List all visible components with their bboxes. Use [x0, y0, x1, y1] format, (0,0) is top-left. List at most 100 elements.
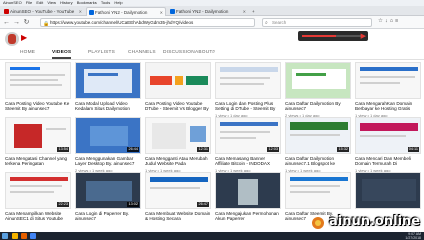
watermark-logo-icon [310, 215, 326, 231]
video-card[interactable]: 22:23 Cara Menampilkan Website AinunSEC1… [5, 172, 71, 223]
video-thumbnail[interactable] [215, 172, 281, 209]
clock-date: 1/27/2018 [405, 236, 421, 240]
video-thumbnail[interactable]: 15:32 [285, 117, 351, 154]
dailymotion-favicon-icon [170, 9, 175, 14]
video-card[interactable]: Cara Daftar Dailymotion By ainunsec7 2 v… [285, 62, 351, 118]
video-thumbnail[interactable] [5, 62, 71, 99]
youtube-play-icon: ▶ [21, 33, 28, 42]
toolbar-icons: ☆↓⌂≡ [378, 18, 400, 24]
youtube-favicon-icon [4, 9, 9, 14]
watermark-text: ainun.online [329, 214, 421, 229]
video-duration: 22:23 [57, 202, 69, 207]
video-card[interactable]: 15:32 Cara Daftar Dailymotion ainunsec7.… [285, 117, 351, 173]
video-card[interactable]: Cara Modal Upload Video Kedalam Situs Da… [75, 62, 141, 113]
browser-tab[interactable]: Fathoni YN2 - Dailymotion ✕ [168, 7, 248, 16]
system-clock[interactable]: 9:07 AM 1/27/2018 [405, 232, 421, 240]
tab-label: AinunSEO - YouTube - YouTube [10, 9, 75, 14]
video-thumbnail[interactable] [215, 62, 281, 99]
close-tab-icon[interactable]: ✕ [79, 7, 82, 16]
video-card[interactable]: 13:54 Cara Mengatasi Channel yang terken… [5, 117, 71, 168]
video-title[interactable]: Cara Mengganti Atau Merubah Judul Websit… [145, 156, 211, 167]
video-title[interactable]: Cara Mengajukan Permohonan Akun Paperrer [215, 211, 281, 222]
video-title[interactable]: Cara Posting Video Youtube DTube - Steem… [145, 101, 211, 112]
video-title[interactable]: Cara Modal Upload Video Kedalam Situs Da… [75, 101, 141, 112]
video-title[interactable]: Cara Login di Paperrer By. ainunsec7 [75, 211, 141, 222]
video-thumbnail[interactable]: 12:31 [145, 117, 211, 154]
video-title[interactable]: Cara Memasang Banner Affiliate Bitcoin -… [215, 156, 281, 167]
video-thumbnail[interactable] [285, 62, 351, 99]
explorer-icon[interactable] [12, 233, 18, 239]
reload-icon[interactable]: ↻ [22, 18, 31, 27]
video-card[interactable]: Cara Login dan Posting Plus Setting di D… [215, 62, 281, 118]
browser-tab[interactable]: AinunSEO - YouTube - YouTube ✕ [2, 7, 84, 16]
search-placeholder: Search [272, 20, 287, 25]
video-card[interactable]: Cara MengarahKan Domain Berbayar ke Host… [355, 62, 421, 118]
close-tab-icon[interactable]: ✕ [160, 8, 163, 16]
tab-videos[interactable]: VIDEOS [52, 50, 72, 59]
new-tab-button[interactable]: + [250, 7, 260, 16]
video-thumbnail[interactable] [285, 172, 351, 209]
video-thumbnail[interactable]: 13:02 [75, 172, 141, 209]
video-card[interactable]: Cara Mengajukan Permohonan Akun Paperrer [215, 172, 281, 223]
tab-discussion[interactable]: DISCUSSION [163, 50, 195, 55]
firefox-icon[interactable] [21, 233, 27, 239]
video-card[interactable]: Cara Posting Video Youtube DTube - Steem… [145, 62, 211, 113]
tab-channels[interactable]: CHANNELS [128, 50, 156, 55]
video-thumbnail[interactable]: 13:54 [5, 117, 71, 154]
video-thumbnail[interactable]: 04:11 [355, 117, 421, 154]
video-card[interactable]: Cara Posting Video Youtube Ke Steemit By… [5, 62, 71, 113]
url-text: https://www.youtube.com/channel/UCaEEhAb… [50, 20, 194, 25]
video-title[interactable]: Cara MengarahKan Domain Berbayar ke Host… [355, 101, 421, 112]
video-title[interactable]: Cara Mengatasi Channel yang terkena Peri… [5, 156, 71, 167]
video-card[interactable]: 04:11 Cara Mencari Dan Membeli Domain Te… [355, 117, 421, 173]
video-title[interactable]: Cara Membuat Website Domain & Hosting Se… [145, 211, 211, 222]
video-title[interactable]: Cara Posting Video Youtube Ke Steemit By… [5, 101, 71, 112]
channel-tabs: HOME VIDEOS PLAYLISTS CHANNELS DISCUSSIO… [0, 48, 424, 60]
url-field[interactable]: 🔒 https://www.youtube.com/channel/UCaEEh… [40, 18, 255, 27]
video-thumbnail[interactable] [75, 62, 141, 99]
tab-label: Fathoni YN2 - Dailymotion [176, 9, 229, 14]
video-duration: 26:47 [197, 202, 209, 207]
video-card[interactable]: 26:44 Cara Menggunakan Gambar Layer Desk… [75, 117, 141, 173]
address-bar-row: ← → ↻ 🔒 https://www.youtube.com/channel/… [0, 16, 424, 29]
video-player-bar[interactable]: ▶ [298, 31, 368, 41]
video-card[interactable]: 12:03 Cara Memasang Banner Affiliate Bit… [215, 117, 281, 173]
star-icon[interactable]: ☆ [378, 18, 385, 24]
video-thumbnail[interactable]: 26:47 [145, 172, 211, 209]
video-thumbnail[interactable] [145, 62, 211, 99]
video-title[interactable]: Cara Login dan Posting Plus Setting di D… [215, 101, 281, 112]
video-thumbnail[interactable]: 26:44 [75, 117, 141, 154]
video-thumbnail[interactable] [355, 172, 421, 209]
browser-tab-active[interactable]: Fathoni YN2 - Dailymotion ✕ [86, 7, 166, 16]
video-title[interactable]: Cara Daftar Dailymotion By ainunsec7 [285, 101, 351, 112]
windows-start-icon[interactable] [2, 233, 8, 239]
dailymotion-favicon-icon [89, 10, 94, 15]
back-arrow-icon[interactable]: ← [2, 18, 11, 27]
search-icon: ⌕ [265, 20, 268, 26]
tab-about[interactable]: ABOUT [195, 50, 213, 55]
channel-avatar[interactable] [5, 32, 19, 46]
video-duration: 15:32 [337, 147, 349, 152]
video-title[interactable]: Cara Daftar Dailymotion ainunsec7.1 Blog… [285, 156, 351, 167]
video-duration: 04:11 [407, 147, 419, 152]
channel-search-icon[interactable]: ⌕ [212, 49, 215, 56]
video-thumbnail[interactable]: 12:03 [215, 117, 281, 154]
forward-arrow-icon[interactable]: → [12, 18, 21, 27]
tab-playlists[interactable]: PLAYLISTS [88, 50, 115, 55]
video-title[interactable]: Cara Menggunakan Gambar Layer Desktop By… [75, 156, 141, 167]
video-title[interactable]: Cara Mencari Dan Membeli Domain Termurah… [355, 156, 421, 167]
browser-tab-bar: AinunSEO - YouTube - YouTube ✕ Fathoni Y… [0, 6, 424, 16]
video-duration: 12:31 [197, 147, 209, 152]
browser-search-input[interactable]: ⌕ Search [262, 18, 372, 27]
tab-home[interactable]: HOME [20, 50, 35, 55]
video-title[interactable]: Cara Menampilkan Website AinunSEC1 di Si… [5, 211, 71, 222]
video-thumbnail[interactable] [355, 62, 421, 99]
menu-icon[interactable]: ≡ [395, 18, 400, 24]
play-icon[interactable]: ▶ [361, 32, 366, 40]
close-tab-icon[interactable]: ✕ [243, 7, 246, 16]
video-card[interactable]: 13:02 Cara Login di Paperrer By. ainunse… [75, 172, 141, 223]
video-thumbnail[interactable]: 22:23 [5, 172, 71, 209]
video-card[interactable]: 12:31 Cara Mengganti Atau Merubah Judul … [145, 117, 211, 173]
video-card[interactable]: 26:47 Cara Membuat Website Domain & Host… [145, 172, 211, 223]
chrome-icon[interactable] [30, 233, 36, 239]
